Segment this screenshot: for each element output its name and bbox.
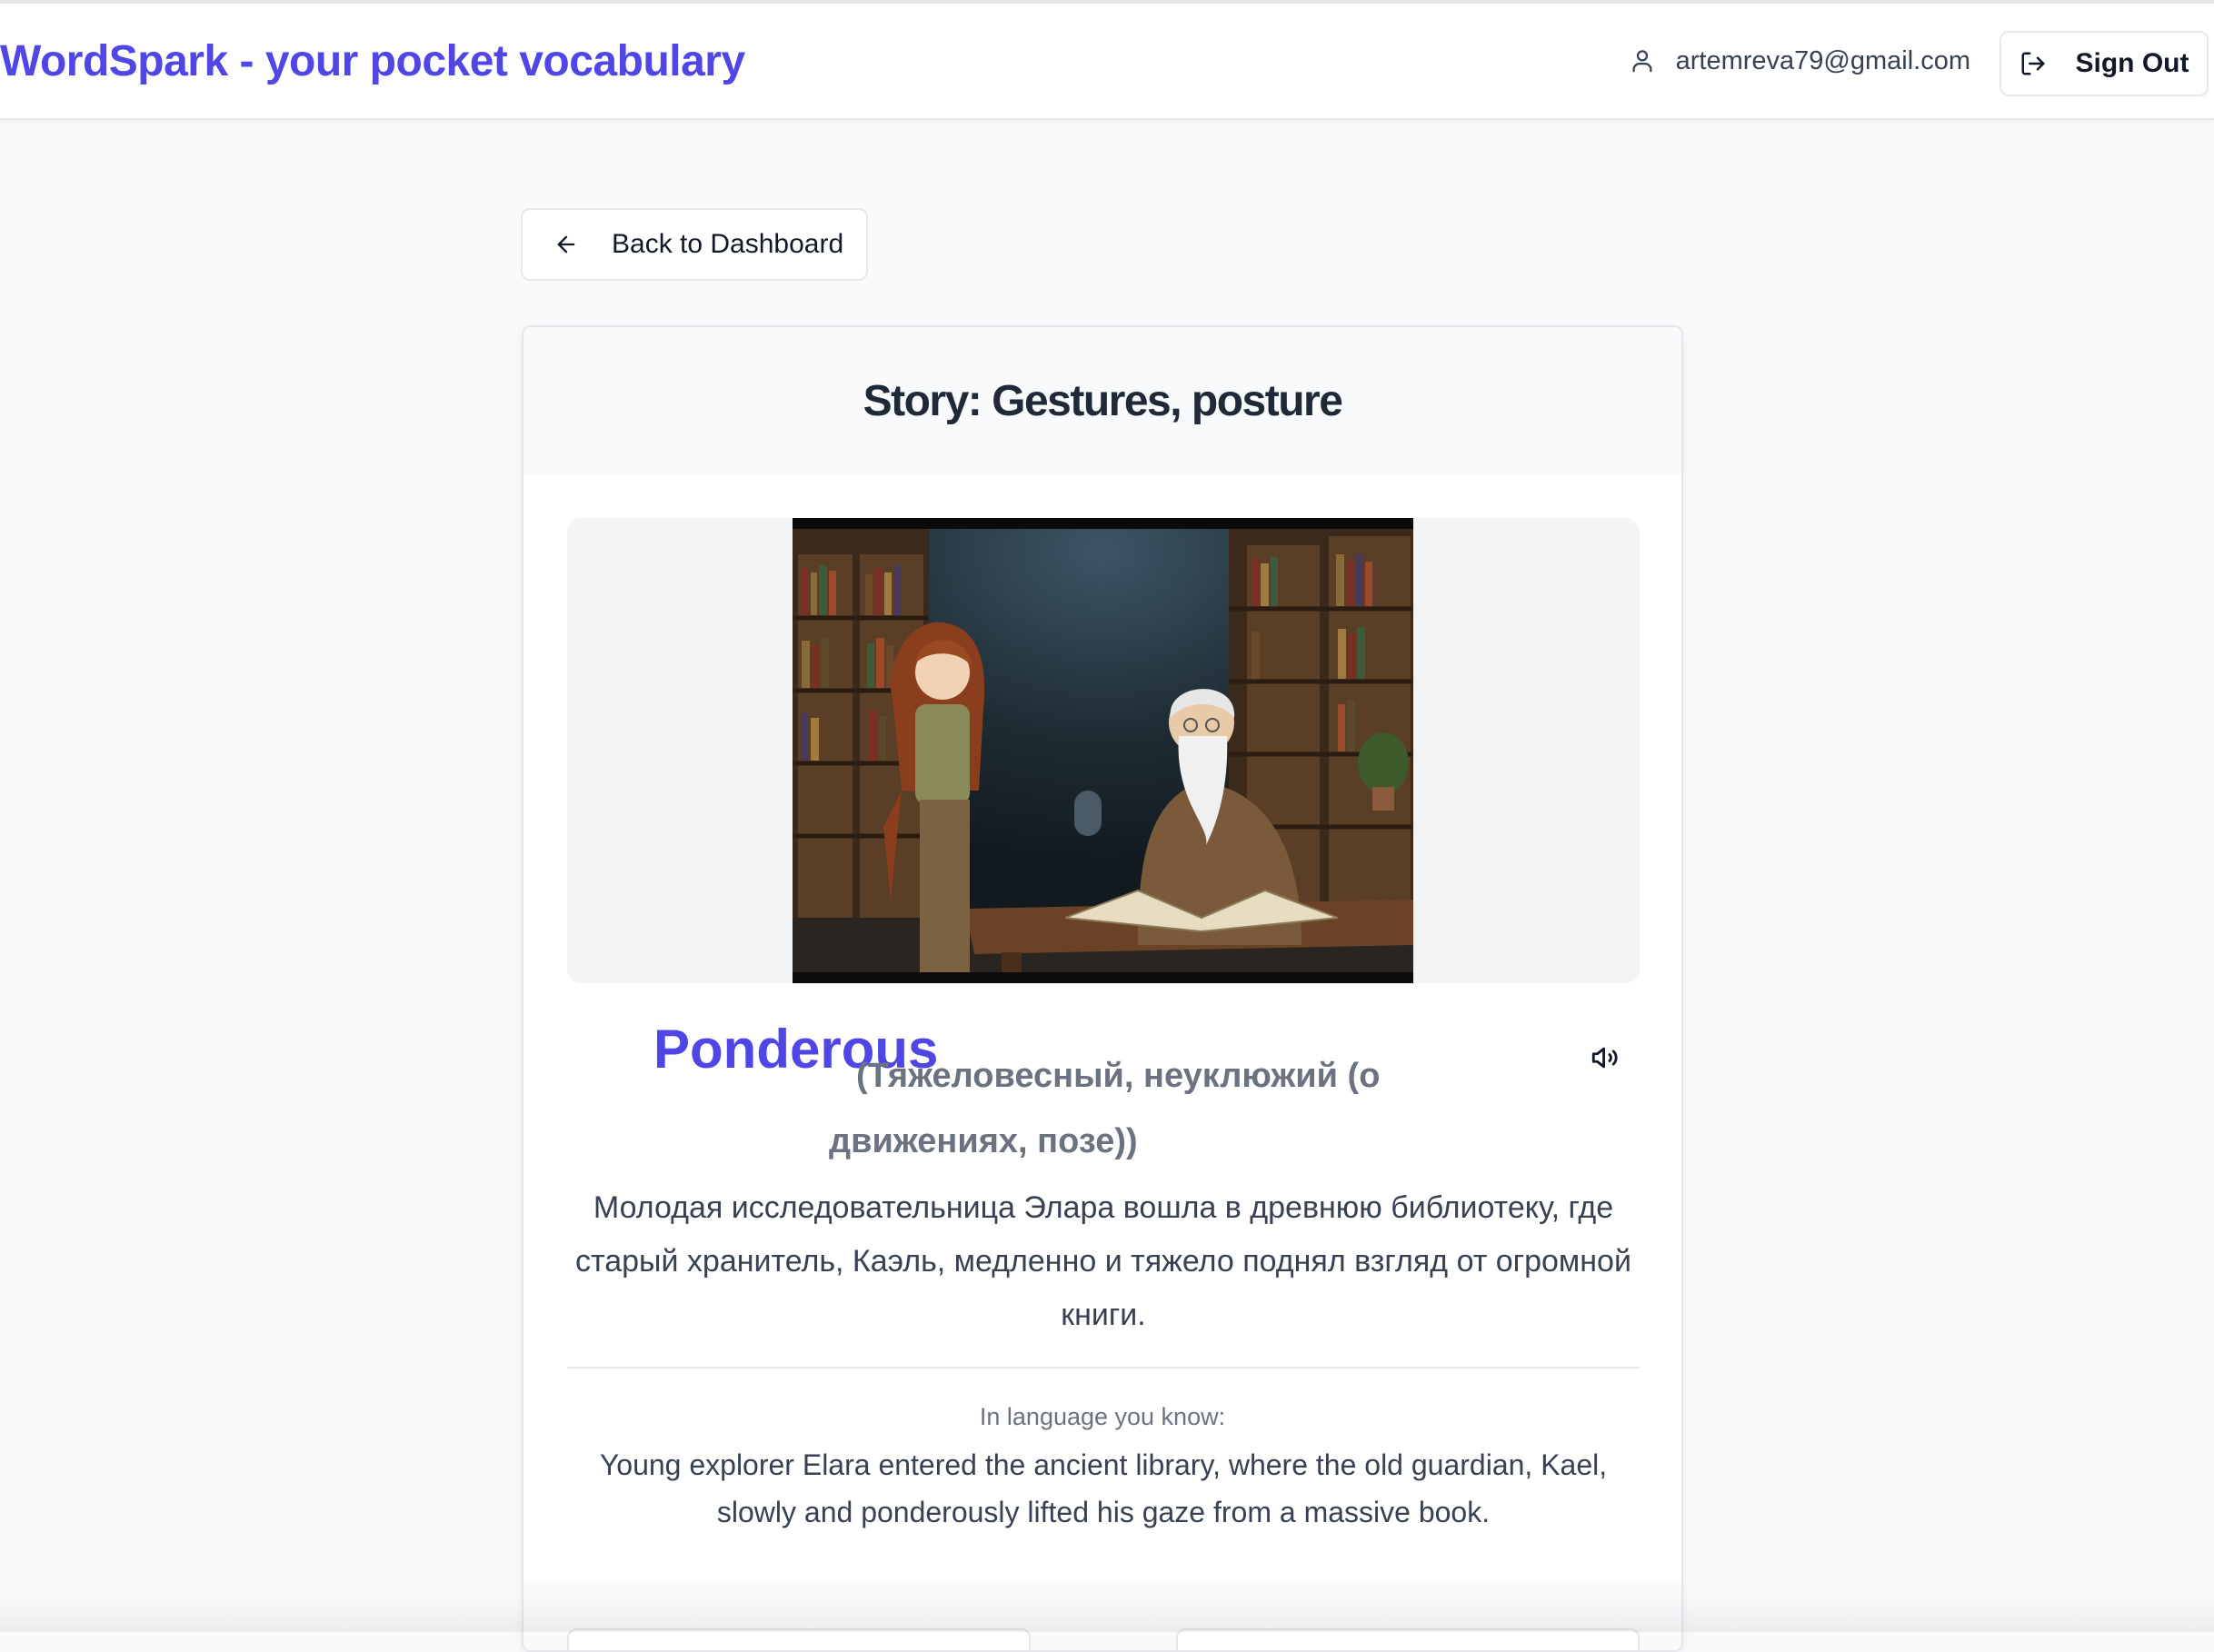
divider xyxy=(567,1367,1640,1368)
bottom-shadow xyxy=(0,1596,2214,1632)
known-language-label: In language you know: xyxy=(979,1403,1226,1430)
user-info: artemreva79@gmail.com xyxy=(1629,45,1970,76)
pronounce-button[interactable] xyxy=(1587,1041,1623,1078)
word-translation-line-2: движениях, позе)) xyxy=(829,1122,1138,1160)
back-to-dashboard-button[interactable]: Back to Dashboard xyxy=(521,208,868,281)
word-translation-line-1: (Тяжеловесный, неуклюжий (о xyxy=(856,1057,1381,1095)
known-language-text: Young explorer Elara entered the ancient… xyxy=(599,1448,1608,1528)
sign-out-label: Sign Out xyxy=(2075,48,2189,78)
story-card-header: Story: Gestures, posture xyxy=(524,327,1681,474)
sign-out-button[interactable]: Sign Out xyxy=(2000,31,2209,96)
app-header: WordSpark - your pocket vocabulary artem… xyxy=(0,4,2214,120)
vocabulary-word-row: Ponderous (Тяжеловесный, неуклюжий (о дв… xyxy=(524,1018,1681,1160)
story-card: Story: Gestures, posture Ponderous (Тяже… xyxy=(522,325,1683,1652)
back-to-dashboard-label: Back to Dashboard xyxy=(612,229,844,259)
user-email: artemreva79@gmail.com xyxy=(1675,45,1970,75)
arrow-left-icon xyxy=(554,230,583,259)
story-sentence: Молодая исследовательница Элара вошла в … xyxy=(575,1190,1631,1332)
story-image-container xyxy=(567,518,1640,983)
user-icon xyxy=(1629,45,1660,76)
volume-icon xyxy=(1590,1042,1621,1078)
word-translation: (Тяжеловесный, неуклюжий (о движениях, п… xyxy=(829,1043,1492,1174)
app-title[interactable]: WordSpark - your pocket vocabulary xyxy=(0,36,745,86)
story-illustration xyxy=(793,518,1413,983)
story-title: Story: Gestures, posture xyxy=(863,376,1343,425)
log-out-icon xyxy=(2020,48,2050,79)
